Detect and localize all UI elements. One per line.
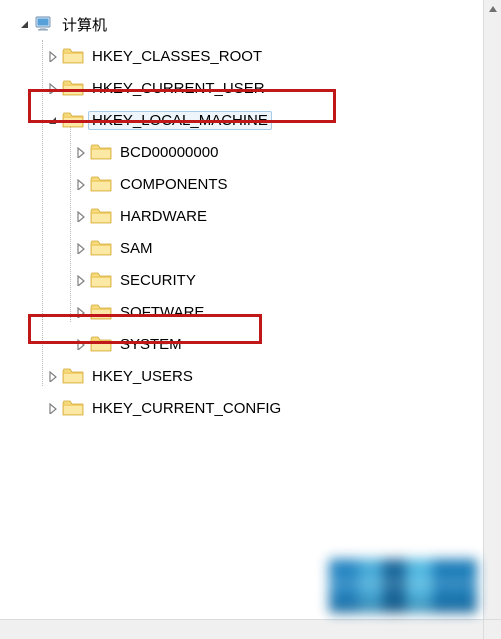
- folder-icon: [90, 271, 112, 289]
- folder-icon: [90, 175, 112, 193]
- tree-guide-line-sub: [70, 122, 71, 322]
- folder-icon: [90, 303, 112, 321]
- folder-icon: [62, 47, 84, 65]
- folder-icon: [62, 399, 84, 417]
- folder-icon: [90, 143, 112, 161]
- tree-item-software[interactable]: SOFTWARE: [74, 296, 285, 328]
- expander-icon[interactable]: [74, 145, 88, 159]
- tree-item-bcd[interactable]: BCD00000000: [74, 136, 285, 168]
- tree-label: BCD00000000: [116, 143, 222, 162]
- computer-icon: [34, 15, 54, 33]
- expander-icon[interactable]: [46, 369, 60, 383]
- scroll-up-icon[interactable]: [484, 0, 501, 18]
- tree-item-sam[interactable]: SAM: [74, 232, 285, 264]
- tree-label: HKEY_CURRENT_CONFIG: [88, 399, 285, 418]
- tree-item-hku[interactable]: HKEY_USERS: [46, 360, 285, 392]
- tree-label: HKEY_CURRENT_USER: [88, 79, 269, 98]
- tree-label: COMPONENTS: [116, 175, 232, 194]
- expander-icon[interactable]: [18, 17, 32, 31]
- expander-icon[interactable]: [74, 337, 88, 351]
- horizontal-scrollbar[interactable]: [0, 619, 483, 639]
- tree-guide-line: [42, 40, 43, 386]
- tree-label: HKEY_CLASSES_ROOT: [88, 47, 266, 66]
- expander-icon[interactable]: [74, 241, 88, 255]
- tree-label: SOFTWARE: [116, 303, 208, 322]
- tree-item-system[interactable]: SYSTEM: [74, 328, 285, 360]
- folder-icon: [90, 335, 112, 353]
- tree-label: SAM: [116, 239, 157, 258]
- registry-tree: 计算机 HKEY_CLASSES_ROOT HKEY_CURRENT_USER …: [18, 8, 285, 424]
- tree-item-hardware[interactable]: HARDWARE: [74, 200, 285, 232]
- tree-label: 计算机: [58, 13, 111, 36]
- tree-item-hklm[interactable]: HKEY_LOCAL_MACHINE: [46, 104, 285, 136]
- expander-icon[interactable]: [46, 401, 60, 415]
- tree-label: HKEY_LOCAL_MACHINE: [88, 111, 272, 130]
- tree-item-hkcc[interactable]: HKEY_CURRENT_CONFIG: [46, 392, 285, 424]
- tree-label: HARDWARE: [116, 207, 211, 226]
- tree-label: HKEY_USERS: [88, 367, 197, 386]
- folder-icon: [62, 367, 84, 385]
- scrollbar-corner: [483, 619, 501, 639]
- vertical-scrollbar[interactable]: [483, 0, 501, 619]
- tree-item-hkcu[interactable]: HKEY_CURRENT_USER: [46, 72, 285, 104]
- expander-icon[interactable]: [74, 209, 88, 223]
- expander-icon[interactable]: [46, 49, 60, 63]
- watermark-image: [329, 559, 477, 613]
- tree-item-components[interactable]: COMPONENTS: [74, 168, 285, 200]
- tree-item-computer[interactable]: 计算机: [18, 8, 285, 40]
- expander-icon[interactable]: [74, 305, 88, 319]
- expander-icon[interactable]: [74, 177, 88, 191]
- folder-icon: [90, 239, 112, 257]
- folder-icon: [90, 207, 112, 225]
- expander-icon[interactable]: [74, 273, 88, 287]
- tree-label: SYSTEM: [116, 335, 186, 354]
- expander-icon[interactable]: [46, 113, 60, 127]
- tree-item-hkcr[interactable]: HKEY_CLASSES_ROOT: [46, 40, 285, 72]
- folder-icon: [62, 79, 84, 97]
- tree-label: SECURITY: [116, 271, 200, 290]
- folder-icon: [62, 111, 84, 129]
- tree-item-security[interactable]: SECURITY: [74, 264, 285, 296]
- expander-icon[interactable]: [46, 81, 60, 95]
